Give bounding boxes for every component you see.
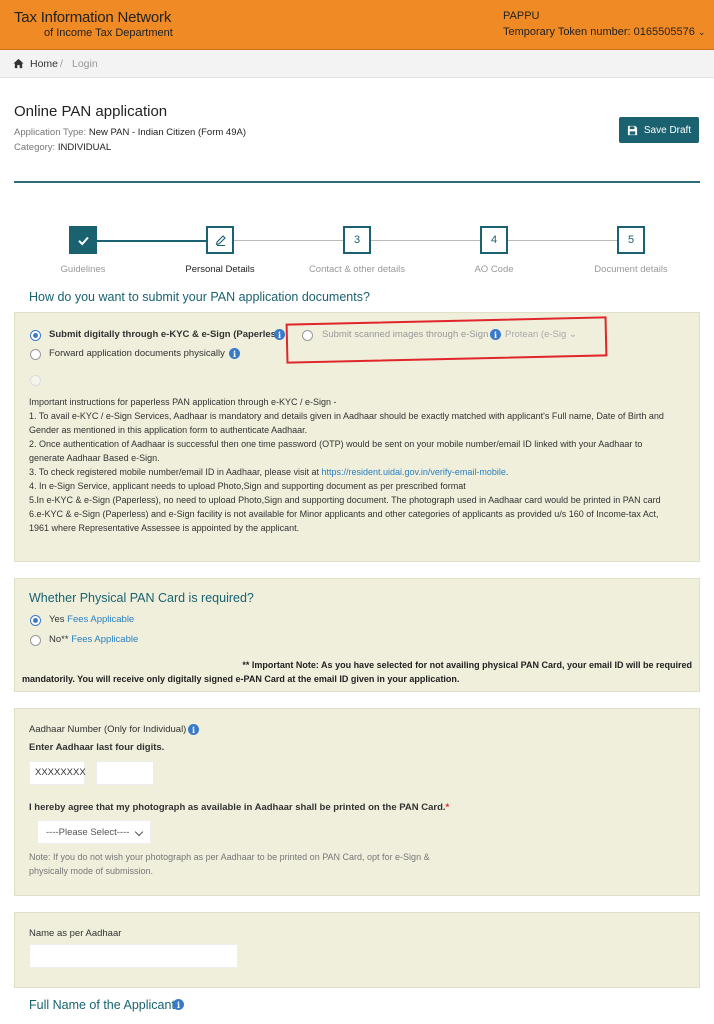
radio-physical-no[interactable]: [30, 635, 41, 646]
required-asterisk: *: [445, 802, 450, 813]
floppy-disk-icon: [627, 125, 637, 135]
photo-consent-note: Note: If you do not wish your photograph…: [29, 852, 430, 876]
step-label-contact-details: Contact & other details: [308, 264, 406, 275]
page-title: Online PAN application: [14, 103, 168, 120]
instruction-item: 5.In e-KYC & e-Sign (Paperless), no need…: [29, 495, 661, 505]
instruction-item: 1. To avail e-KYC / e-Sign Services, Aad…: [29, 411, 664, 435]
step-document-details[interactable]: 5: [617, 226, 645, 254]
step-label-ao-code: AO Code: [474, 264, 514, 275]
instruction-item: 4. In e-Sign Service, applicant needs to…: [29, 481, 466, 491]
step-number: 4: [490, 234, 498, 246]
breadcrumb-home[interactable]: Home: [30, 58, 58, 70]
name-as-per-aadhaar-input[interactable]: [29, 944, 238, 968]
user-name: PAPPU: [503, 10, 540, 22]
uidai-verify-link[interactable]: https://resident.uidai.gov.in/verify-ema…: [322, 467, 506, 477]
step-number: 5: [627, 234, 635, 246]
aadhaar-masked-field: XXXXXXXX: [29, 761, 86, 785]
physical-yes-label: Yes Fees Applicable: [49, 614, 134, 625]
pencil-icon: [215, 234, 226, 246]
info-icon[interactable]: i: [188, 724, 199, 735]
instruction-item: 3. To check registered mobile number/ema…: [29, 465, 679, 479]
instruction-text: .: [505, 467, 509, 477]
instruction-heading: Important instructions for paperless PAN…: [29, 397, 337, 407]
physical-no-label: No** Fees Applicable: [49, 634, 138, 645]
submission-question: How do you want to submit your PAN appli…: [29, 290, 370, 304]
instruction-text: 3. To check registered mobile number/ema…: [29, 467, 322, 477]
instruction-item: 2. Once authentication of Aadhaar is suc…: [29, 439, 643, 463]
yes-text: Yes: [49, 614, 65, 625]
step-personal-details[interactable]: [206, 226, 234, 254]
stepper-track-complete: [83, 240, 221, 242]
step-ao-code[interactable]: 4: [480, 226, 508, 254]
instruction-item: 6.e-KYC & e-Sign (Paperless) and e-Sign …: [29, 509, 659, 533]
physical-pan-question: Whether Physical PAN Card is required?: [29, 591, 254, 605]
category: Category: INDIVIDUAL: [14, 142, 111, 153]
token-dropdown[interactable]: Temporary Token number: 0165505576 ⌄: [503, 26, 705, 38]
fees-applicable-link[interactable]: Fees Applicable: [67, 614, 134, 625]
highlight-box: [285, 316, 608, 364]
radio-physical[interactable]: [30, 349, 41, 360]
fees-applicable-link[interactable]: Fees Applicable: [71, 634, 138, 645]
chevron-down-icon: [134, 827, 144, 837]
application-type-label: Application Type:: [14, 127, 87, 138]
top-header: Tax Information Network of Income Tax De…: [0, 0, 714, 50]
aadhaar-number-label: Aadhaar Number (Only for Individual): [29, 724, 187, 735]
photo-consent-label: I hereby agree that my photograph as ava…: [29, 802, 449, 813]
option-ekyc-esign-label: Submit digitally through e-KYC & e-Sign …: [49, 329, 285, 340]
info-icon[interactable]: i: [274, 329, 285, 340]
important-note-line: ** Important Note: As you have selected …: [242, 660, 692, 670]
application-type: Application Type: New PAN - Indian Citiz…: [14, 127, 246, 138]
chevron-down-icon: ⌄: [697, 27, 706, 37]
important-note: ** Important Note: As you have selected …: [22, 658, 692, 686]
aadhaar-last4-input[interactable]: [96, 761, 154, 785]
info-icon[interactable]: i: [173, 999, 184, 1010]
category-value: INDIVIDUAL: [57, 142, 112, 153]
radio-ekyc-esign[interactable]: [30, 330, 41, 341]
save-draft-button[interactable]: Save Draft: [619, 117, 699, 143]
photo-consent-select[interactable]: ----Please Select----: [37, 820, 151, 844]
step-label-personal-details: Personal Details: [185, 264, 255, 275]
brand-subtitle: of Income Tax Department: [44, 27, 173, 39]
step-guidelines[interactable]: [69, 226, 97, 254]
important-note-line: mandatorily. You will receive only digit…: [22, 674, 460, 684]
aadhaar-last4-label: Enter Aadhaar last four digits.: [29, 742, 165, 753]
breadcrumb: Home / Login: [0, 50, 714, 78]
option-physical-label: Forward application documents physically: [49, 348, 225, 359]
photo-consent-select-value: ----Please Select----: [46, 827, 130, 838]
radio-physical-yes[interactable]: [30, 615, 41, 626]
info-icon[interactable]: i: [229, 348, 240, 359]
home-icon: [13, 58, 24, 69]
title-divider: [14, 181, 700, 183]
breadcrumb-current: Login: [72, 58, 98, 70]
photo-consent-text: I hereby agree that my photograph as ava…: [29, 802, 446, 813]
step-number: 3: [353, 234, 361, 246]
name-as-per-aadhaar-label: Name as per Aadhaar: [29, 928, 122, 939]
save-draft-label: Save Draft: [643, 124, 692, 136]
application-type-value: New PAN - Indian Citizen (Form 49A): [88, 127, 246, 138]
paperless-instructions: Important instructions for paperless PAN…: [29, 395, 679, 535]
step-contact-details[interactable]: 3: [343, 226, 371, 254]
token-number: Temporary Token number: 0165505576: [503, 26, 695, 38]
no-text: No**: [49, 634, 69, 645]
step-label-guidelines: Guidelines: [60, 264, 106, 275]
breadcrumb-separator: /: [60, 58, 63, 70]
full-name-title: Full Name of the Applicant: [29, 998, 175, 1012]
brand-title[interactable]: Tax Information Network: [14, 9, 171, 26]
category-label: Category:: [14, 142, 56, 153]
check-icon: [77, 236, 89, 245]
step-label-document-details: Document details: [594, 264, 668, 275]
radio-disabled: [30, 375, 41, 386]
